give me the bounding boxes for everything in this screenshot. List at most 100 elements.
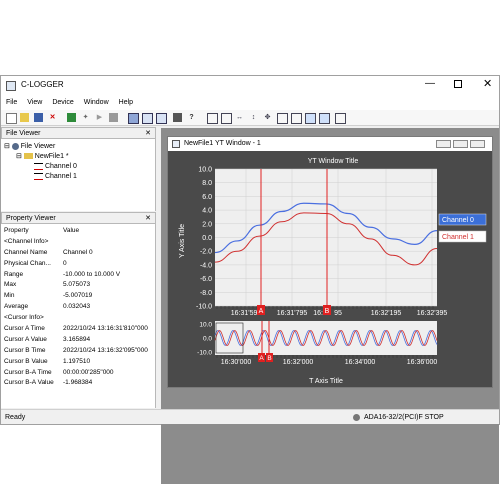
fit-all-icon[interactable]: ✥ <box>263 113 272 122</box>
property-viewer-panel: Property Viewer ✕ Property Value <Channe… <box>1 212 156 408</box>
wand-icon[interactable]: ✦ <box>81 113 90 122</box>
yt-window-title: NewFile1 YT Window - 1 <box>184 140 261 147</box>
cursor-a-label: A <box>259 308 264 315</box>
property-name: Cursor B-A Value <box>4 379 54 387</box>
property-value: 0.032043 <box>63 303 91 311</box>
cursor-b-label: B <box>325 308 330 315</box>
tile-vertical-icon[interactable] <box>156 113 167 124</box>
property-row[interactable]: Cursor A Value 3.165894 <box>1 334 156 345</box>
cursor-b-icon[interactable] <box>319 113 330 124</box>
app-title: C-LOGGER <box>21 80 64 89</box>
tree-channel-label: Channel 0 <box>44 163 77 170</box>
device-status-icon <box>353 414 360 421</box>
tree-file-label: NewFile1 * <box>34 153 69 160</box>
property-row[interactable]: Cursor B-A Time 00:00:00'285"000 <box>1 367 156 378</box>
property-name: Cursor A Value <box>4 335 47 343</box>
menu-device[interactable]: Device <box>47 96 78 110</box>
property-value: -5.007019 <box>63 292 93 300</box>
close-panel-icon[interactable]: ✕ <box>145 128 151 139</box>
overview-y-tick-labels: 10.0 0.0 -10.0 <box>197 322 212 357</box>
property-name: Physical Chan... <box>4 259 51 267</box>
chart-settings-icon[interactable] <box>335 113 346 124</box>
property-row[interactable]: <Cursor Info> <box>1 312 156 323</box>
toolbar: ✕ ✦ ▶ ? ↔ ↕ ✥ <box>1 110 499 126</box>
menu-file[interactable]: File <box>1 96 22 110</box>
yt-chart: YT Window Title Y Axis Title 10.0 8.0 6.0 4… <box>179 158 487 385</box>
overview-x-tick-label: 16:34'000 <box>345 359 376 366</box>
cascade-icon[interactable] <box>128 113 139 124</box>
zoom-in-icon[interactable] <box>221 113 232 124</box>
property-value: 1.197510 <box>63 357 91 365</box>
save-icon[interactable] <box>34 113 43 122</box>
property-row[interactable]: Physical Chan... 0 <box>1 258 156 269</box>
close-icon[interactable]: ✕ <box>483 77 492 90</box>
help-icon[interactable]: ? <box>187 113 196 122</box>
y-tick-label: -4.0 <box>200 262 212 269</box>
zoom-x-icon[interactable]: ↔ <box>235 113 244 122</box>
channel-icon <box>34 162 43 170</box>
legend-channel-0-label: Channel 0 <box>442 217 474 224</box>
open-folder-icon[interactable] <box>20 113 29 122</box>
zoom-y-icon[interactable]: ↕ <box>249 113 258 122</box>
new-file-icon[interactable] <box>6 113 17 124</box>
status-text: Ready <box>5 414 26 421</box>
y-tick-label: -6.0 <box>200 276 212 283</box>
x-tick-label: 16:32'195 <box>371 310 402 317</box>
property-name: <Cursor Info> <box>4 314 44 322</box>
property-value <box>60 236 156 247</box>
property-row[interactable]: <Channel Info> <box>1 236 156 247</box>
maximize-icon[interactable] <box>454 80 462 88</box>
overview-y-tick-label: 10.0 <box>199 322 212 329</box>
property-row[interactable]: Cursor B Time 2022/10/24 13:16:32'095"000 <box>1 345 156 356</box>
app-window: C-LOGGER — ✕ File View Device Window Help ✕ … <box>0 75 500 484</box>
x-tick-label: 95 <box>334 310 342 317</box>
cursor-a-icon[interactable] <box>305 113 316 124</box>
menu-view[interactable]: View <box>22 96 47 110</box>
property-row[interactable]: Cursor B-A Value -1.968384 <box>1 377 156 388</box>
property-value: 00:00:00'285"000 <box>63 368 114 376</box>
property-row[interactable]: Channel Name Channel 0 <box>1 247 156 258</box>
property-row[interactable]: Average 0.032043 <box>1 301 156 312</box>
file-viewer-title: File Viewer <box>6 130 41 137</box>
record-icon[interactable]: ▶ <box>95 113 104 122</box>
restore-icon[interactable] <box>453 140 468 148</box>
graph-zoom-icon[interactable] <box>207 113 218 124</box>
property-value: 5.075073 <box>63 281 91 289</box>
auto-scale-icon[interactable] <box>277 113 288 124</box>
tree-channel-1[interactable]: Channel 1 <box>34 172 77 181</box>
property-grid-header: Property Value <box>1 225 156 236</box>
property-name: Cursor A Time <box>4 324 45 332</box>
property-row[interactable]: Cursor B Value 1.197510 <box>1 356 156 367</box>
minimize-icon[interactable] <box>436 140 451 148</box>
yt-window-titlebar[interactable]: NewFile1 YT Window - 1 <box>168 137 492 151</box>
tree-file[interactable]: ⊟ NewFile1 * <box>16 152 69 161</box>
close-icon[interactable] <box>470 140 485 148</box>
column-property: Property <box>4 226 29 234</box>
tree-channel-0[interactable]: Channel 0 <box>34 162 77 171</box>
tree-root[interactable]: ⊟ File Viewer <box>4 142 55 151</box>
title-bar: C-LOGGER — ✕ <box>1 76 499 96</box>
property-value: -10.000 to 10.000 V <box>63 270 121 278</box>
collapse-icon[interactable]: ⊟ <box>4 143 10 150</box>
delete-icon[interactable]: ✕ <box>48 113 57 122</box>
stop-icon[interactable] <box>109 113 118 122</box>
print-icon[interactable] <box>173 113 182 122</box>
overview-x-tick-labels: 16:30'000 16:32'000 16:34'000 16:36'000 <box>221 359 438 366</box>
property-row[interactable]: Range -10.000 to 10.000 V <box>1 269 156 280</box>
collapse-icon[interactable]: ⊟ <box>16 153 22 160</box>
connect-device-icon[interactable] <box>67 113 76 122</box>
property-row[interactable]: Cursor A Time 2022/10/24 13:16:31'810"000 <box>1 323 156 334</box>
scale-icon[interactable] <box>291 113 302 124</box>
property-name: Min <box>4 292 15 300</box>
minimize-icon[interactable]: — <box>425 78 435 89</box>
property-row[interactable]: Max 5.075073 <box>1 279 156 290</box>
app-logo-icon <box>6 81 16 91</box>
tile-horizontal-icon[interactable] <box>142 113 153 124</box>
close-panel-icon[interactable]: ✕ <box>145 213 151 224</box>
menu-help[interactable]: Help <box>114 96 138 110</box>
property-viewer-header: Property Viewer ✕ <box>1 212 156 224</box>
property-row[interactable]: Min -5.007019 <box>1 290 156 301</box>
x-tick-label: 16:31'795 <box>277 310 308 317</box>
y-axis-title: Y Axis Title <box>179 224 186 258</box>
menu-window[interactable]: Window <box>79 96 114 110</box>
